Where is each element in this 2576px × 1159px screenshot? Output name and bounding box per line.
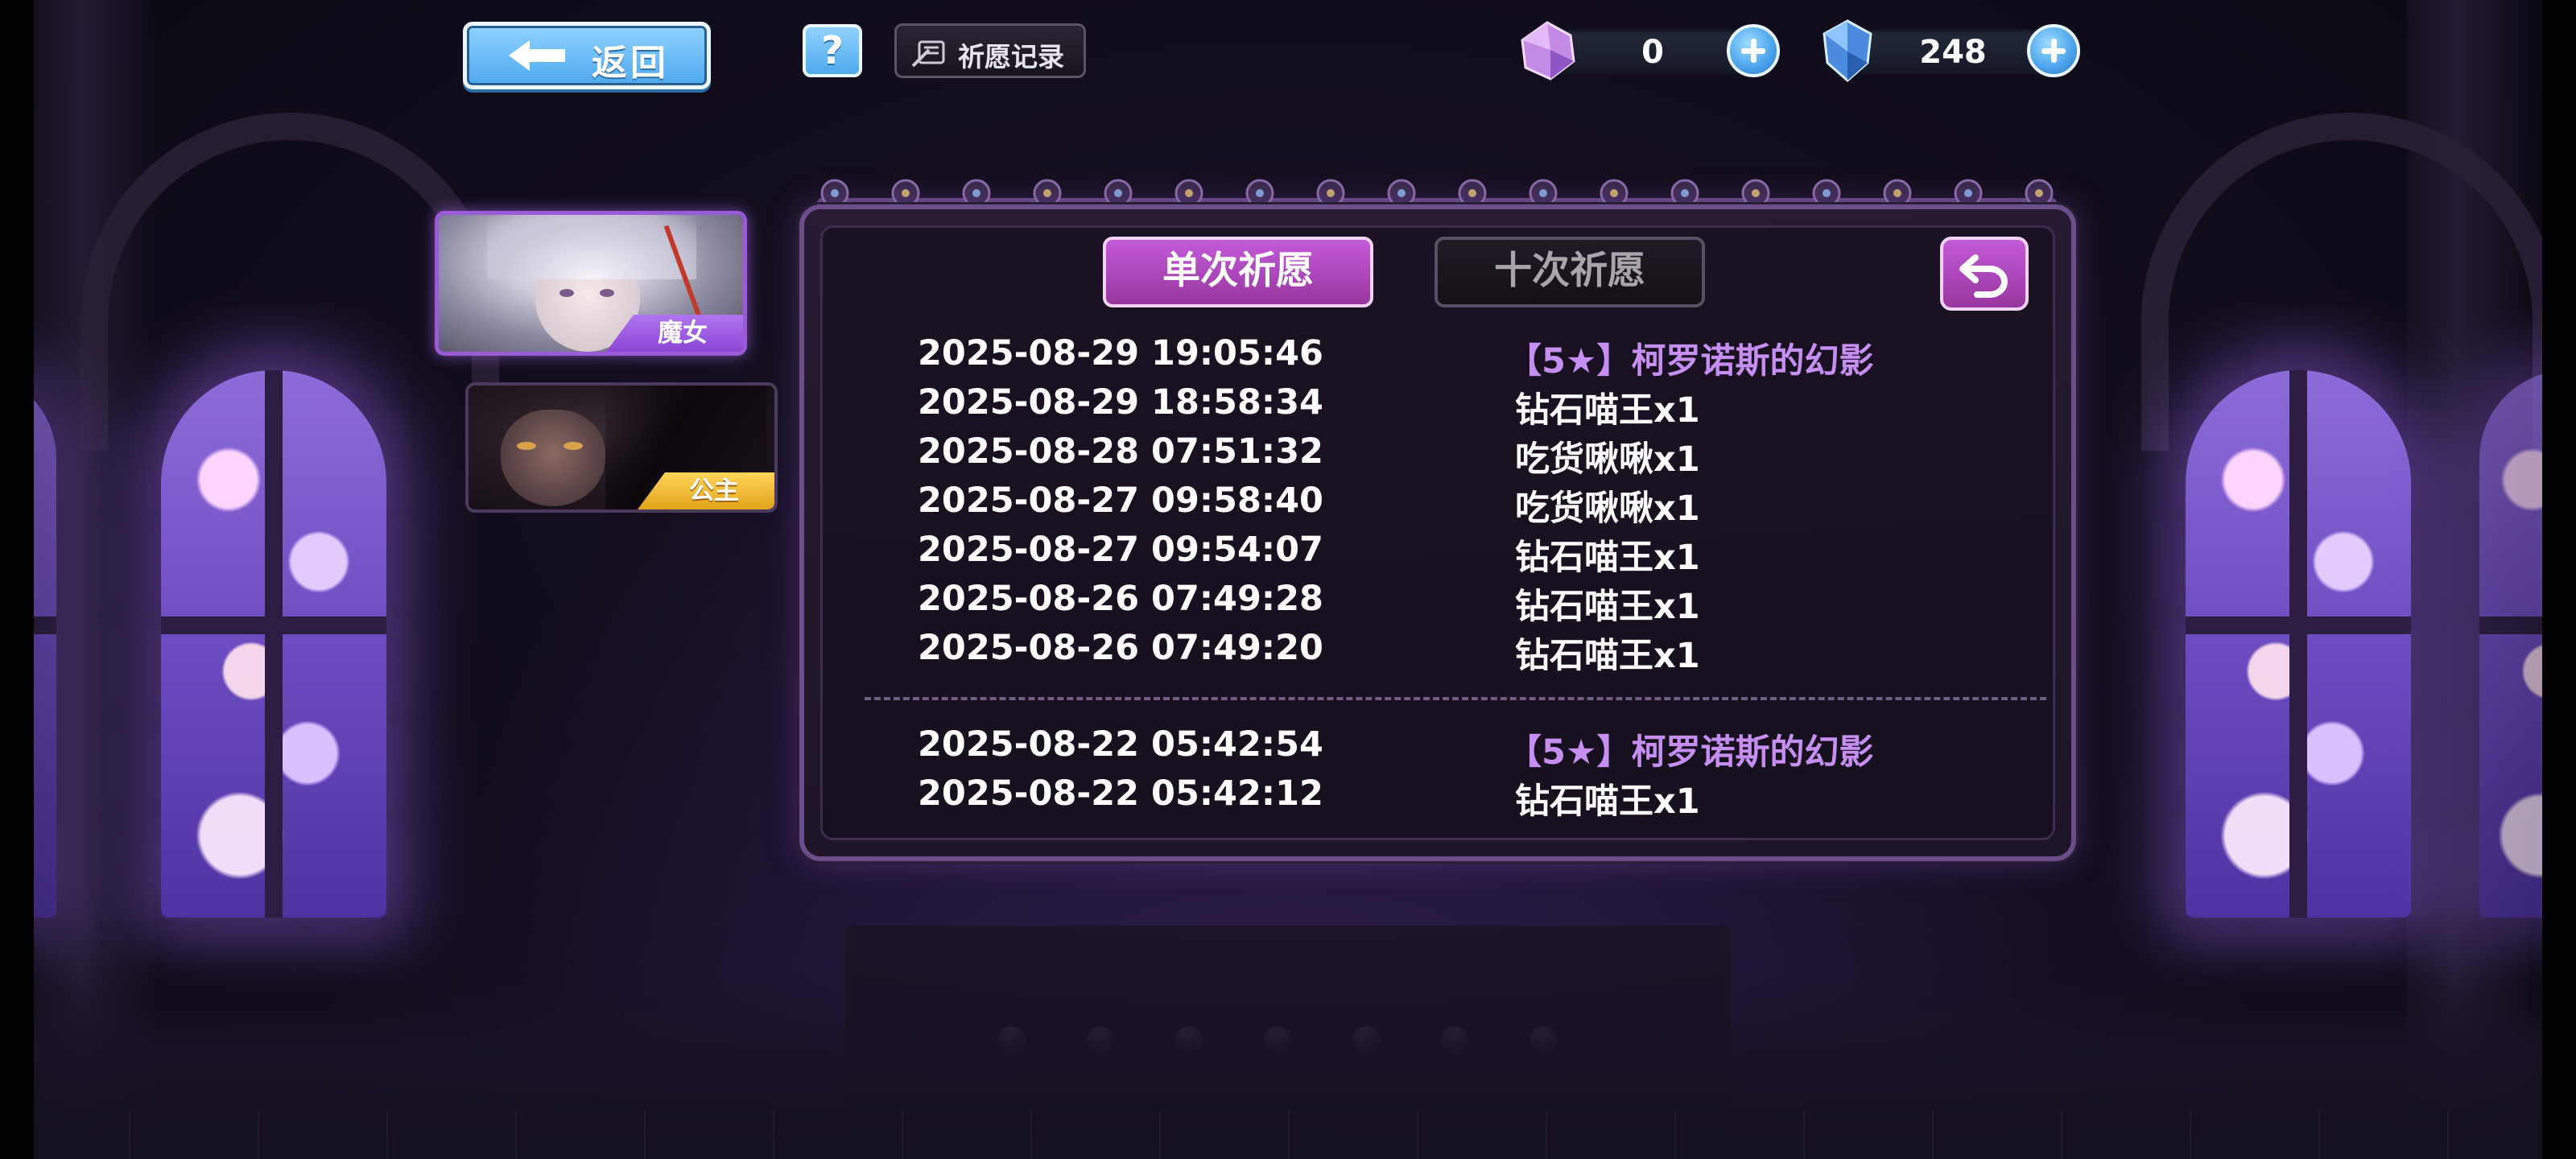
diamond-count: 248 [1919, 34, 1987, 71]
record-item: 吃货啾啾x1 [1515, 439, 1700, 480]
record-time: 2025-08-29 19:05:46 [918, 333, 1323, 373]
record-time: 2025-08-29 18:58:34 [918, 382, 1323, 423]
game-screen: 返回 ? 祈愿记录 0 248 魔女 公主 单次祈愿 十次祈愿 2025-08-… [0, 0, 2576, 1159]
back-arrow-icon [509, 40, 565, 71]
record-item: 【5★】柯罗诺斯的幻影 [1507, 341, 1874, 382]
record-time: 2025-08-27 09:58:40 [918, 481, 1323, 521]
record-time: 2025-08-26 07:49:20 [918, 628, 1323, 668]
back-button-label: 返回 [592, 43, 669, 84]
character-card-princess[interactable]: 公主 [465, 382, 778, 513]
wish-history-button[interactable]: 祈愿记录 [894, 23, 1086, 78]
record-item: 【5★】柯罗诺斯的幻影 [1507, 732, 1874, 773]
tab-single-wish[interactable]: 单次祈愿 [1103, 237, 1373, 307]
add-diamond-button[interactable] [2027, 24, 2080, 77]
record-row: 2025-08-28 07:51:32 吃货啾啾x1 [918, 431, 2029, 480]
left-stained-glass-window [161, 370, 386, 918]
character-card-witch[interactable]: 魔女 [435, 211, 747, 356]
record-time: 2025-08-22 05:42:12 [918, 773, 1323, 814]
record-row: 2025-08-26 07:49:20 钻石喵王x1 [918, 628, 2029, 676]
record-row: 2025-08-29 19:05:46 【5★】柯罗诺斯的幻影 [918, 333, 2029, 382]
record-row: 2025-08-27 09:58:40 吃货啾啾x1 [918, 481, 2029, 529]
back-button[interactable]: 返回 [463, 22, 711, 89]
record-row: 2025-08-26 07:49:28 钻石喵王x1 [918, 579, 2029, 627]
purple-crystal-icon [1521, 21, 1575, 80]
tab-ten-wish[interactable]: 十次祈愿 [1435, 237, 1705, 307]
letterbox-left [0, 0, 34, 1159]
record-time: 2025-08-26 07:49:28 [918, 579, 1323, 619]
record-row: 2025-08-27 09:54:07 钻石喵王x1 [918, 530, 2029, 578]
record-item: 钻石喵王x1 [1515, 636, 1700, 676]
record-row: 2025-08-29 18:58:34 钻石喵王x1 [918, 382, 2029, 431]
record-item: 钻石喵王x1 [1515, 782, 1700, 822]
wish-history-label: 祈愿记录 [958, 41, 1064, 72]
add-crystal-button[interactable] [1727, 24, 1780, 77]
record-item: 钻石喵王x1 [1515, 390, 1700, 431]
group-divider [865, 697, 2046, 700]
record-row: 2025-08-22 05:42:12 钻石喵王x1 [918, 773, 2029, 822]
right-stained-glass-window [2186, 370, 2411, 918]
record-time: 2025-08-27 09:54:07 [918, 530, 1323, 570]
return-button[interactable] [1940, 237, 2029, 311]
letterbox-right [2542, 0, 2576, 1159]
record-time: 2025-08-28 07:51:32 [918, 431, 1323, 472]
record-row: 2025-08-22 05:42:54 【5★】柯罗诺斯的幻影 [918, 724, 2029, 773]
blue-diamond-icon [1823, 19, 1872, 82]
record-item: 吃货啾啾x1 [1515, 489, 1700, 529]
record-item: 钻石喵王x1 [1515, 587, 1700, 627]
diamond-currency: 248 [1823, 19, 2080, 82]
crystal-currency: 0 [1521, 21, 1780, 80]
floor-tiles [0, 1111, 2576, 1159]
record-time: 2025-08-22 05:42:54 [918, 724, 1323, 765]
record-item: 钻石喵王x1 [1515, 538, 1700, 578]
crystal-count: 0 [1641, 34, 1664, 71]
scroll-icon [911, 40, 945, 68]
undo-arrow-icon [1959, 254, 2008, 298]
help-button[interactable]: ? [803, 24, 862, 77]
